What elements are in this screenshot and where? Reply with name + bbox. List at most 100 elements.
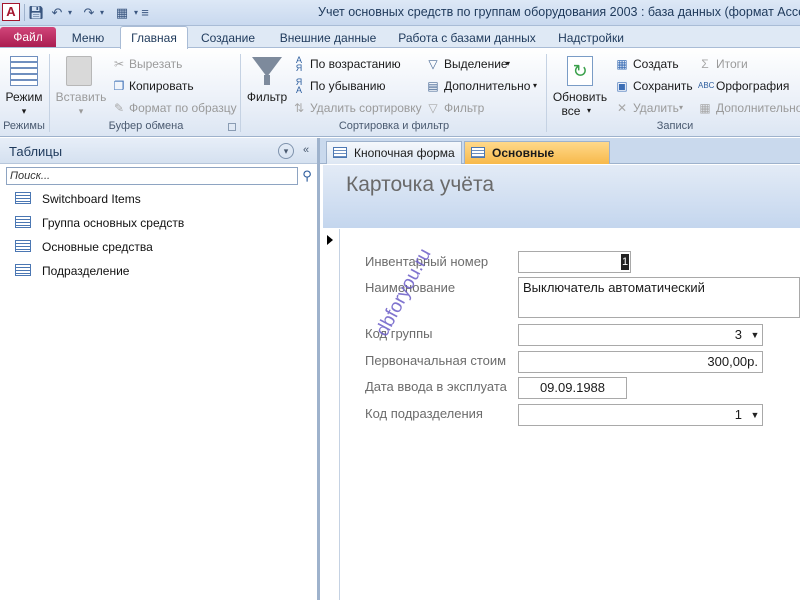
switchboard-icon[interactable]: ▦: [114, 4, 130, 21]
advanced-filter-icon: ▤: [427, 79, 439, 93]
tab-menu[interactable]: Меню: [60, 29, 116, 48]
group-separator: [49, 54, 50, 132]
refresh-all-button-line2[interactable]: все: [556, 104, 586, 118]
name-field[interactable]: Выключатель автоматический: [518, 277, 800, 318]
commission-date-field[interactable]: 09.09.1988: [518, 377, 627, 399]
save-icon[interactable]: 💾︎: [28, 4, 45, 21]
group-separator: [240, 54, 241, 132]
clipboard-launcher-icon[interactable]: [228, 123, 236, 131]
nav-item-departments[interactable]: Подразделение: [0, 260, 316, 284]
refresh-all-icon[interactable]: ↻: [567, 56, 593, 86]
nav-pane-title[interactable]: Таблицы: [9, 144, 62, 159]
mode-dropdown-icon[interactable]: ▾: [2, 104, 46, 118]
form-icon: [471, 147, 485, 158]
copy-button[interactable]: Копировать: [129, 78, 194, 94]
record-selector[interactable]: [323, 229, 340, 600]
nav-item-switchboard-items[interactable]: Switchboard Items: [0, 188, 316, 212]
ribbon: Режим ▾ Режимы Вставить ▾ ✂ Вырезать ❐ К…: [0, 47, 800, 137]
delete-record-icon: ✕: [616, 101, 628, 115]
cut-button[interactable]: Вырезать: [129, 56, 182, 72]
advanced-filter-button[interactable]: Дополнительно: [444, 78, 530, 94]
spelling-icon: ABC: [698, 81, 715, 90]
commission-date-label: Дата ввода в эксплуата: [365, 379, 507, 394]
sort-descending-button[interactable]: По убыванию: [310, 78, 386, 94]
table-icon: [15, 264, 31, 276]
filter-button[interactable]: Фильтр: [244, 90, 290, 104]
new-record-button[interactable]: Создать: [633, 56, 679, 72]
group-label-sort-filter: Сортировка и фильтр: [338, 120, 450, 132]
access-app-icon[interactable]: A: [2, 3, 20, 21]
save-record-button[interactable]: Сохранить: [633, 78, 693, 94]
delete-record-button[interactable]: Удалить: [633, 100, 679, 116]
paste-button[interactable]: Вставить: [54, 90, 108, 104]
totals-button[interactable]: Итоги: [716, 56, 748, 72]
form-icon: [333, 147, 347, 158]
tab-home[interactable]: Главная: [120, 26, 188, 49]
tab-switchboard-form[interactable]: Кнопочная форма: [326, 141, 462, 164]
sort-ascending-button[interactable]: По возрастанию: [310, 56, 401, 72]
form-header: Карточка учёта: [323, 165, 800, 228]
search-icon[interactable]: ⚲: [300, 168, 314, 184]
refresh-all-button-line1[interactable]: Обновить: [550, 90, 610, 104]
redo-icon[interactable]: ↷: [82, 4, 96, 21]
tab-database-tools[interactable]: Работа с базами данных: [392, 29, 542, 48]
nav-menu-dropdown-icon[interactable]: ▾: [278, 143, 294, 159]
remove-sort-button[interactable]: Удалить сортировку: [310, 100, 422, 116]
group-separator: [546, 54, 547, 132]
nav-item-fixed-assets[interactable]: Основные средства: [0, 236, 316, 260]
customize-qat-icon[interactable]: ≡: [140, 4, 150, 21]
mode-big-icon[interactable]: [10, 56, 38, 86]
selection-button[interactable]: Выделение: [444, 56, 508, 72]
group-code-value: 3: [734, 327, 742, 342]
current-record-arrow-icon: [327, 235, 333, 245]
redo-dropdown-icon[interactable]: ▾: [98, 4, 106, 21]
mode-button[interactable]: Режим: [2, 90, 46, 104]
refresh-dropdown-icon[interactable]: ▾: [584, 104, 594, 118]
tab-fixed-assets-form[interactable]: Основные средства: [464, 141, 610, 182]
initial-cost-field[interactable]: 300,00р.: [518, 351, 763, 373]
chevron-down-icon[interactable]: ▼: [748, 325, 762, 345]
department-code-combo[interactable]: 1 ▼: [518, 404, 763, 426]
window-title: Учет основных средств по группам оборудо…: [318, 5, 800, 19]
tab-external-data[interactable]: Внешние данные: [270, 29, 386, 48]
format-painter-button[interactable]: Формат по образцу: [129, 100, 237, 116]
toggle-filter-button[interactable]: Фильтр: [444, 100, 484, 116]
nav-item-fixed-asset-groups[interactable]: Группа основных средств: [0, 212, 316, 236]
switchboard-dropdown-icon[interactable]: ▾: [132, 4, 140, 21]
nav-search-input[interactable]: Поиск...: [6, 167, 298, 185]
remove-sort-icon: ⇅: [293, 101, 305, 115]
inventory-number-field[interactable]: 1: [518, 251, 631, 273]
undo-icon[interactable]: ↶: [50, 4, 64, 21]
selection-filter-icon: ▽: [428, 57, 438, 71]
ribbon-tab-bar: Файл Меню Главная Создание Внешние данны…: [0, 26, 800, 49]
more-records-button[interactable]: Дополнительно: [716, 100, 800, 116]
chevron-down-icon[interactable]: ▼: [748, 405, 762, 425]
document-tab-bar: Кнопочная форма Основные средства: [320, 138, 800, 182]
tab-create[interactable]: Создание: [192, 29, 264, 48]
table-icon: [15, 240, 31, 252]
nav-pane-header: Таблицы ▾ «: [0, 138, 317, 164]
spelling-button[interactable]: Орфография: [716, 78, 789, 94]
tab-add-ins[interactable]: Надстройки: [548, 29, 634, 48]
undo-dropdown-icon[interactable]: ▾: [66, 4, 74, 21]
qat-separator: [24, 4, 25, 21]
delete-dropdown-icon[interactable]: ▾: [679, 100, 683, 116]
paste-dropdown-icon[interactable]: ▾: [54, 104, 108, 118]
nav-item-label: Подразделение: [42, 264, 130, 278]
sort-ascending-icon: AЯ: [295, 55, 303, 73]
format-painter-icon: ✎: [113, 101, 125, 115]
collapse-pane-icon[interactable]: «: [298, 143, 314, 159]
tab-file[interactable]: Файл: [0, 27, 56, 48]
copy-icon: ❐: [113, 79, 125, 93]
doc-tab-label: Кнопочная форма: [354, 146, 455, 160]
new-record-icon: ▦: [616, 57, 628, 71]
title-bar: A 💾︎ ↶ ▾ ↷ ▾ ▦ ▾ ≡ Учет основных средств…: [0, 0, 800, 26]
group-code-combo[interactable]: 3 ▼: [518, 324, 763, 346]
advanced-dropdown-icon[interactable]: ▾: [533, 78, 537, 94]
group-label-clipboard: Буфер обмена: [108, 120, 184, 132]
selection-dropdown-icon[interactable]: ▾: [506, 56, 510, 72]
totals-sigma-icon: Σ: [701, 57, 709, 71]
department-code-value: 1: [734, 407, 742, 422]
filter-funnel-icon[interactable]: [252, 57, 282, 77]
group-label-views: Режимы: [3, 120, 45, 132]
